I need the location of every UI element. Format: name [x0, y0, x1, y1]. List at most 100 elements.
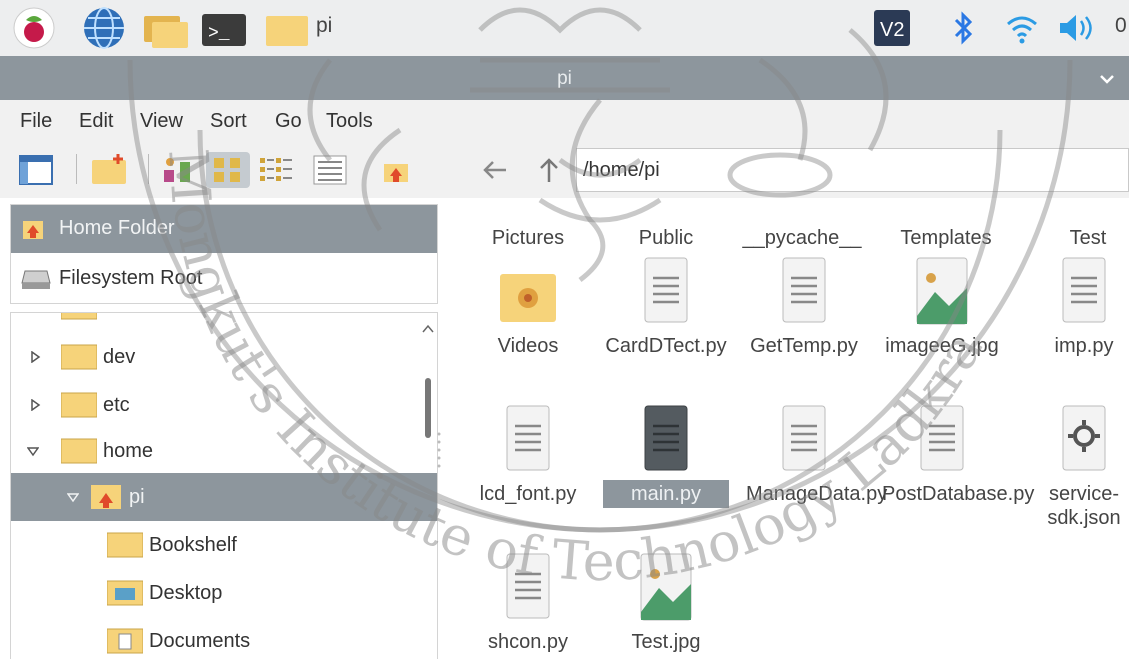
directory-tree: dev etc home pi Bookshelf Desktop Docume… — [10, 312, 438, 659]
wifi-icon[interactable] — [1004, 6, 1040, 50]
image-file-icon — [640, 553, 692, 621]
file-item[interactable]: GetTemp.py — [734, 256, 874, 360]
compact-view-icon[interactable] — [256, 152, 296, 188]
place-filesystem-root[interactable]: Filesystem Root — [11, 255, 437, 303]
file-name: Test.jpg — [631, 631, 701, 653]
thumbnail-view-icon[interactable] — [158, 152, 198, 188]
file-item[interactable]: service-sdk.json — [1014, 404, 1129, 532]
toolbar-separator — [76, 154, 77, 184]
file-item[interactable]: Videos — [458, 256, 598, 360]
bluetooth-icon[interactable] — [948, 6, 978, 50]
video-folder-icon — [500, 274, 556, 322]
menu-view[interactable]: View — [140, 110, 183, 133]
folder-icon — [61, 344, 97, 370]
svg-text:>_: >_ — [208, 24, 230, 44]
file-item[interactable]: ManageData.py — [734, 404, 887, 508]
clock[interactable]: 0 — [1115, 14, 1127, 38]
file-manager-folders-icon[interactable] — [140, 6, 190, 50]
file-item[interactable]: CardDTect.py — [596, 256, 736, 360]
tree-row-home[interactable]: home — [11, 427, 437, 475]
file-item[interactable]: Test.jpg — [596, 552, 736, 656]
tree-row-bookshelf[interactable]: Bookshelf — [11, 521, 437, 569]
text-file-icon — [506, 553, 550, 619]
text-file-icon — [1062, 257, 1106, 323]
file-item[interactable]: __pycache__ — [732, 218, 872, 252]
expander-collapsed-icon[interactable] — [29, 399, 41, 411]
text-file-icon — [506, 405, 550, 471]
file-item-selected[interactable]: main.py — [596, 404, 736, 508]
folder-icon — [61, 438, 97, 464]
taskbar: >_ pi V2 0 — [0, 0, 1129, 56]
location-path-input[interactable] — [576, 148, 1129, 192]
file-icon-view: Pictures Public __pycache__ Templates Te… — [446, 198, 1129, 659]
tree-row-documents[interactable]: Documents — [11, 617, 437, 659]
menu-go[interactable]: Go — [275, 110, 302, 133]
menu-tools[interactable]: Tools — [326, 110, 373, 133]
terminal-icon[interactable]: >_ — [200, 6, 248, 50]
window-titlebar[interactable]: pi — [0, 56, 1129, 100]
up-arrow-icon[interactable] — [534, 152, 564, 188]
file-name: Test — [1069, 227, 1107, 249]
tree-row-etc[interactable]: etc — [11, 381, 437, 429]
file-name: service-sdk.json — [1047, 483, 1121, 529]
icon-view-icon[interactable] — [206, 152, 250, 188]
file-item[interactable]: lcd_font.py — [458, 404, 598, 508]
tree-label: Desktop — [149, 582, 223, 604]
menu-sort[interactable]: Sort — [210, 110, 247, 133]
raspberry-menu-icon[interactable] — [12, 6, 56, 50]
text-file-icon — [782, 257, 826, 323]
menu-file[interactable]: File — [20, 110, 52, 133]
text-file-icon — [644, 257, 688, 323]
volume-icon[interactable] — [1056, 6, 1096, 50]
places-pane: Home Folder Filesystem Root — [10, 204, 438, 304]
expander-expanded-icon[interactable] — [27, 445, 39, 457]
list-view-icon[interactable] — [310, 152, 350, 188]
file-item[interactable]: Pictures — [458, 218, 598, 252]
home-icon[interactable] — [378, 152, 414, 188]
active-window-label[interactable]: pi — [316, 14, 332, 38]
json-settings-file-icon — [1062, 405, 1106, 471]
file-name: imp.py — [1054, 335, 1114, 357]
new-folder-icon[interactable] — [88, 152, 132, 188]
file-item[interactable]: Public — [596, 218, 736, 252]
tree-row-desktop[interactable]: Desktop — [11, 569, 437, 617]
new-window-icon[interactable] — [16, 152, 56, 188]
tree-scrollbar[interactable] — [422, 318, 434, 659]
chevron-down-icon[interactable] — [1096, 68, 1118, 90]
web-browser-globe-icon[interactable] — [82, 6, 126, 50]
file-item[interactable]: Templates — [876, 218, 1016, 252]
toolbar — [0, 142, 1129, 198]
menu-edit[interactable]: Edit — [79, 110, 113, 133]
folder-task-icon[interactable] — [262, 6, 312, 50]
tree-label: etc — [103, 394, 130, 416]
text-file-icon — [644, 405, 688, 471]
expander-expanded-icon[interactable] — [67, 491, 79, 503]
file-name: lcd_font.py — [479, 483, 577, 505]
pane-splitter[interactable] — [436, 430, 442, 470]
place-home-folder[interactable]: Home Folder — [11, 205, 437, 253]
tree-label: Bookshelf — [149, 534, 237, 556]
file-item[interactable]: imageeG.jpg — [872, 256, 1012, 360]
file-item[interactable]: imp.py — [1014, 256, 1129, 360]
tree-row-dev[interactable]: dev — [11, 333, 437, 381]
documents-folder-icon — [107, 628, 143, 654]
text-file-icon — [782, 405, 826, 471]
image-file-icon — [916, 257, 968, 325]
window-title: pi — [557, 68, 572, 89]
toolbar-separator — [148, 154, 149, 184]
drive-icon — [21, 267, 51, 297]
desktop-folder-icon — [107, 580, 143, 606]
file-item[interactable]: PostDatabase.py — [872, 404, 1034, 508]
file-item[interactable]: Test — [1018, 218, 1129, 252]
back-arrow-icon[interactable] — [480, 152, 510, 188]
file-item[interactable]: shcon.py — [458, 552, 598, 656]
expander-collapsed-icon[interactable] — [29, 351, 41, 363]
tree-row[interactable] — [11, 313, 437, 331]
file-name: imageeG.jpg — [885, 335, 999, 357]
tree-label: Documents — [149, 630, 251, 652]
tree-row-pi[interactable]: pi — [11, 473, 437, 521]
file-name: Templates — [900, 227, 992, 249]
file-name: Pictures — [491, 227, 565, 249]
vnc-label: V2 — [880, 19, 904, 41]
vnc-icon[interactable]: V2 — [872, 6, 912, 50]
